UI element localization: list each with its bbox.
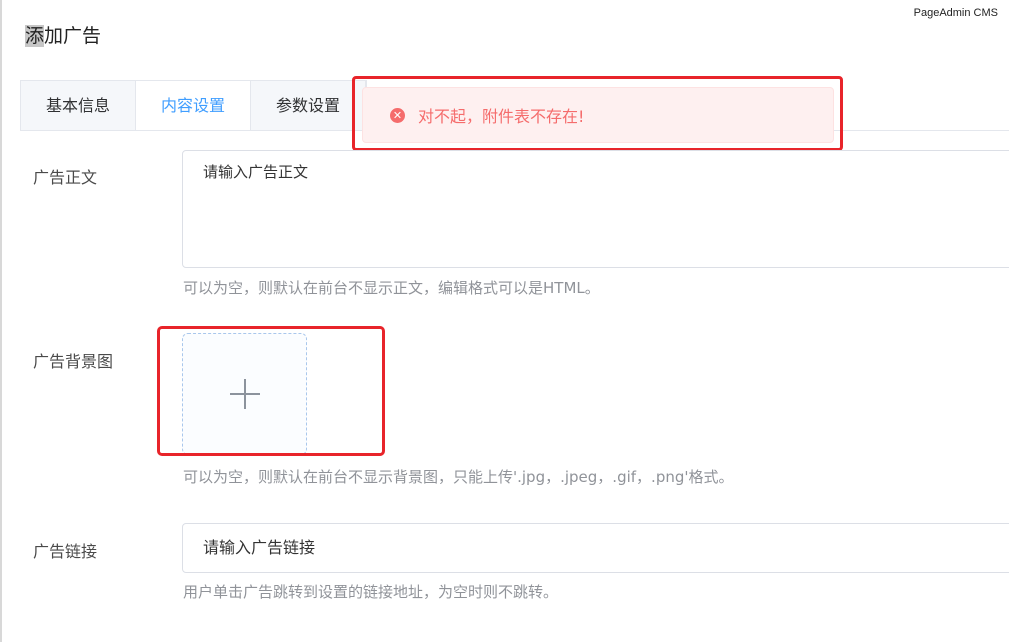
background-hint: 可以为空，则默认在前台不显示背景图，只能上传'.jpg，.jpeg，.gif，.… (183, 468, 734, 486)
body-hint: 可以为空，则默认在前台不显示正文，编辑格式可以是HTML。 (183, 279, 600, 297)
brand-label: PageAdmin CMS (913, 7, 998, 19)
link-label: 广告链接 (33, 542, 98, 561)
tab-basic-info[interactable]: 基本信息 (21, 81, 137, 131)
left-edge-divider (0, 0, 2, 642)
page: PageAdmin CMS 添加广告 基本信息 内容设置 参数设置 ✕ 对不起，… (0, 0, 1009, 642)
link-hint: 用户单击广告跳转到设置的链接地址，为空时则不跳转。 (183, 583, 559, 601)
link-input[interactable]: 请输入广告链接 (182, 523, 1009, 573)
upload-annotation-box (157, 326, 385, 456)
page-title: 添加广告 (25, 21, 101, 48)
toast-annotation-box (352, 76, 843, 151)
background-label: 广告背景图 (33, 352, 114, 371)
tab-bar: 基本信息 内容设置 参数设置 (20, 80, 368, 131)
tab-content-settings[interactable]: 内容设置 (136, 81, 252, 131)
body-textarea[interactable]: 请输入广告正文 (182, 150, 1009, 268)
tab-parameter-settings[interactable]: 参数设置 (251, 81, 367, 131)
body-label: 广告正文 (33, 168, 98, 187)
page-title-rest: 加广告 (44, 25, 102, 47)
page-title-highlight: 添 (25, 25, 45, 47)
